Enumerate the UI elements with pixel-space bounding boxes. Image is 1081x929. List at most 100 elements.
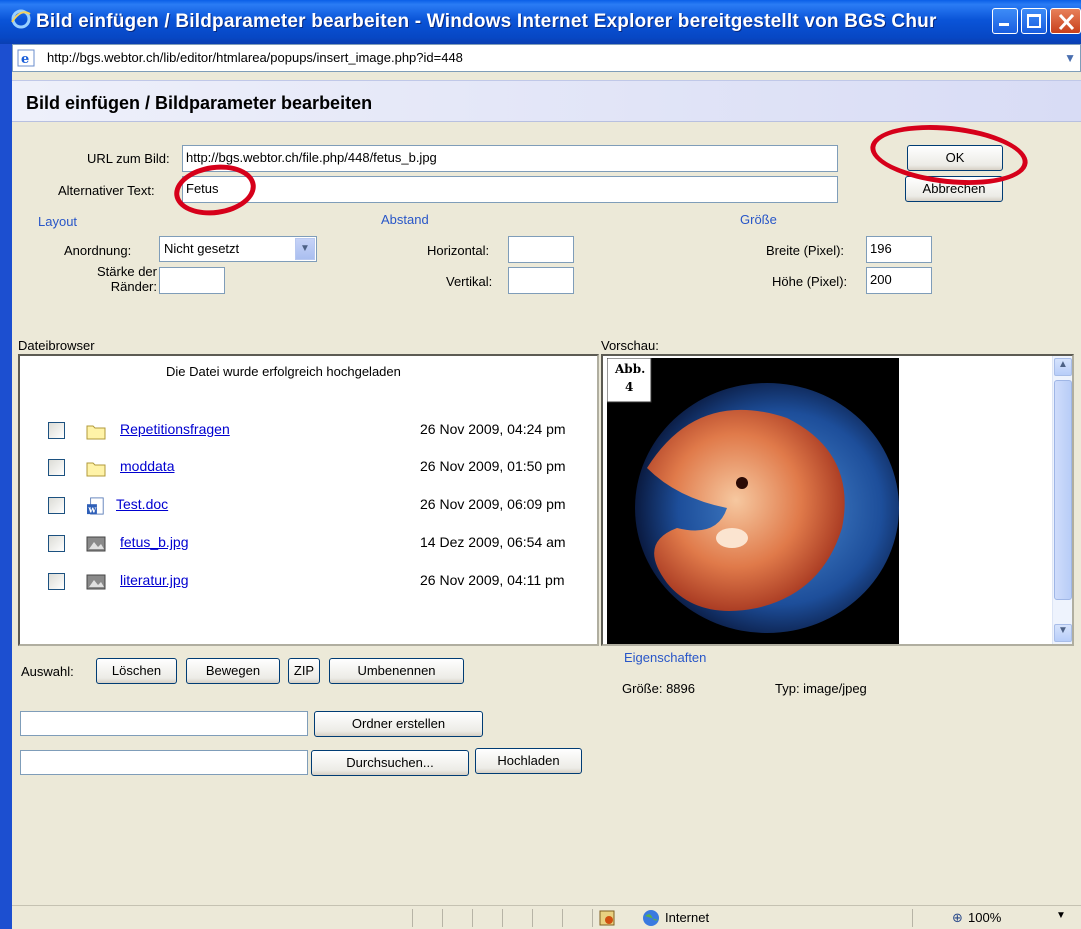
zoom-icon: ⊕ (952, 910, 963, 925)
size-section-title: Größe (740, 212, 777, 227)
close-button[interactable] (1050, 8, 1081, 34)
file-row: Repetitionsfragen 26 Nov 2009, 04:24 pm (20, 416, 600, 454)
folder-icon (86, 425, 106, 440)
status-separator (532, 909, 533, 927)
border-input[interactable] (159, 267, 225, 294)
preview-caption-number: 4 (625, 380, 634, 394)
chevron-down-icon[interactable]: ▼ (1064, 51, 1076, 65)
chevron-down-icon[interactable]: ▼ (1054, 624, 1072, 642)
file-size-text: Größe: 8896 (622, 681, 695, 696)
file-checkbox[interactable] (48, 422, 65, 439)
align-label: Anordnung: (64, 243, 132, 258)
status-bar: Internet ⊕ 100% ▼ (12, 905, 1081, 929)
file-date: 14 Dez 2009, 06:54 am (420, 534, 566, 550)
file-checkbox[interactable] (48, 573, 65, 590)
minimize-icon (999, 23, 1009, 26)
file-row: w Test.doc 26 Nov 2009, 06:09 pm (20, 491, 600, 529)
file-row: fetus_b.jpg 14 Dez 2009, 06:54 am (20, 529, 600, 567)
file-link[interactable]: literatur.jpg (120, 572, 188, 588)
upload-button[interactable]: Hochladen (475, 748, 582, 774)
file-date: 26 Nov 2009, 06:09 pm (420, 496, 566, 512)
vertical-label: Vertikal: (446, 274, 493, 289)
file-link[interactable]: moddata (120, 458, 174, 474)
security-zone-text: Internet (665, 910, 710, 925)
window-frame-left (0, 44, 12, 929)
status-separator (472, 909, 473, 927)
preview-caption: Abb. (615, 362, 646, 376)
page-title: Bild einfügen / Bildparameter bearbeiten (26, 93, 373, 113)
align-select-value: Nicht gesetzt (164, 241, 240, 256)
alt-text-input[interactable]: Fetus (182, 176, 838, 203)
file-date: 26 Nov 2009, 04:24 pm (420, 421, 566, 437)
file-date: 26 Nov 2009, 01:50 pm (420, 458, 566, 474)
folder-icon (86, 462, 106, 477)
border-label-line2: Ränder: (110, 279, 157, 294)
vertical-input[interactable] (508, 267, 574, 294)
move-button[interactable]: Bewegen (186, 658, 280, 684)
file-checkbox[interactable] (48, 497, 65, 514)
protected-mode-icon[interactable] (598, 909, 616, 927)
preview-label: Vorschau: (601, 338, 659, 353)
address-url: http://bgs.webtor.ch/lib/editor/htmlarea… (47, 50, 463, 65)
border-label: Stärke der Ränder: (85, 264, 157, 294)
svg-text:w: w (87, 505, 96, 515)
file-link[interactable]: fetus_b.jpg (120, 534, 189, 550)
file-checkbox[interactable] (48, 459, 65, 476)
chevron-up-icon[interactable]: ▲ (1054, 358, 1072, 376)
url-label: URL zum Bild: (87, 151, 170, 166)
upload-path-input[interactable] (20, 750, 308, 775)
create-folder-button[interactable]: Ordner erstellen (314, 711, 483, 737)
horizontal-input[interactable] (508, 236, 574, 263)
status-separator (562, 909, 563, 927)
folder-name-input[interactable] (20, 711, 308, 736)
horizontal-label: Horizontal: (427, 243, 490, 258)
status-separator (412, 909, 413, 927)
file-row: literatur.jpg 26 Nov 2009, 04:11 pm (20, 567, 600, 605)
close-icon (1058, 13, 1075, 31)
window-title: Bild einfügen / Bildparameter bearbeiten… (36, 11, 937, 32)
layout-section-title: Layout (38, 214, 78, 229)
properties-link[interactable]: Eigenschaften (624, 650, 706, 665)
svg-text:e: e (21, 52, 29, 67)
width-input[interactable]: 196 (866, 236, 932, 263)
file-type-text: Typ: image/jpeg (775, 681, 867, 696)
minimize-button[interactable] (992, 8, 1018, 34)
upload-success-message: Die Datei wurde erfolgreich hochgeladen (166, 364, 401, 379)
title-bar[interactable]: Bild einfügen / Bildparameter bearbeiten… (0, 0, 1081, 44)
dialog-header: Bild einfügen / Bildparameter bearbeiten (12, 80, 1081, 122)
chevron-down-icon[interactable]: ▼ (1056, 910, 1066, 921)
alt-text-label: Alternativer Text: (58, 183, 155, 198)
chevron-down-icon[interactable]: ▼ (295, 238, 315, 260)
file-browser-panel: Die Datei wurde erfolgreich hochgeladen … (18, 354, 599, 646)
align-select[interactable]: Nicht gesetzt ▼ (159, 236, 317, 262)
ie-page-icon: e (17, 49, 35, 67)
word-doc-icon: w (87, 497, 104, 515)
browse-button[interactable]: Durchsuchen... (311, 750, 469, 776)
file-link[interactable]: Test.doc (116, 496, 168, 512)
preview-scrollbar[interactable]: ▲ ▼ (1052, 356, 1072, 644)
rename-button[interactable]: Umbenennen (329, 658, 464, 684)
globe-icon (643, 910, 659, 926)
height-label: Höhe (Pixel): (772, 274, 848, 289)
delete-button[interactable]: Löschen (96, 658, 177, 684)
status-separator (912, 909, 913, 927)
zoom-level[interactable]: 100% (968, 910, 1001, 925)
file-link[interactable]: Repetitionsfragen (120, 421, 230, 437)
url-input[interactable]: http://bgs.webtor.ch/file.php/448/fetus_… (182, 145, 838, 172)
internet-explorer-icon (11, 9, 31, 29)
file-date: 26 Nov 2009, 04:11 pm (420, 572, 565, 588)
address-bar[interactable]: e http://bgs.webtor.ch/lib/editor/htmlar… (12, 44, 1081, 72)
file-checkbox[interactable] (48, 535, 65, 552)
fetus-image (607, 358, 899, 644)
scroll-thumb[interactable] (1054, 380, 1072, 600)
image-file-icon (86, 536, 106, 552)
width-label: Breite (Pixel): (766, 243, 845, 258)
selection-label: Auswahl: (21, 664, 74, 679)
status-separator (592, 909, 593, 927)
status-separator (442, 909, 443, 927)
zip-button[interactable]: ZIP (288, 658, 320, 684)
annotation-circle-ok (867, 117, 1031, 193)
spacing-section-title: Abstand (381, 212, 429, 227)
height-input[interactable]: 200 (866, 267, 932, 294)
maximize-button[interactable] (1021, 8, 1047, 34)
